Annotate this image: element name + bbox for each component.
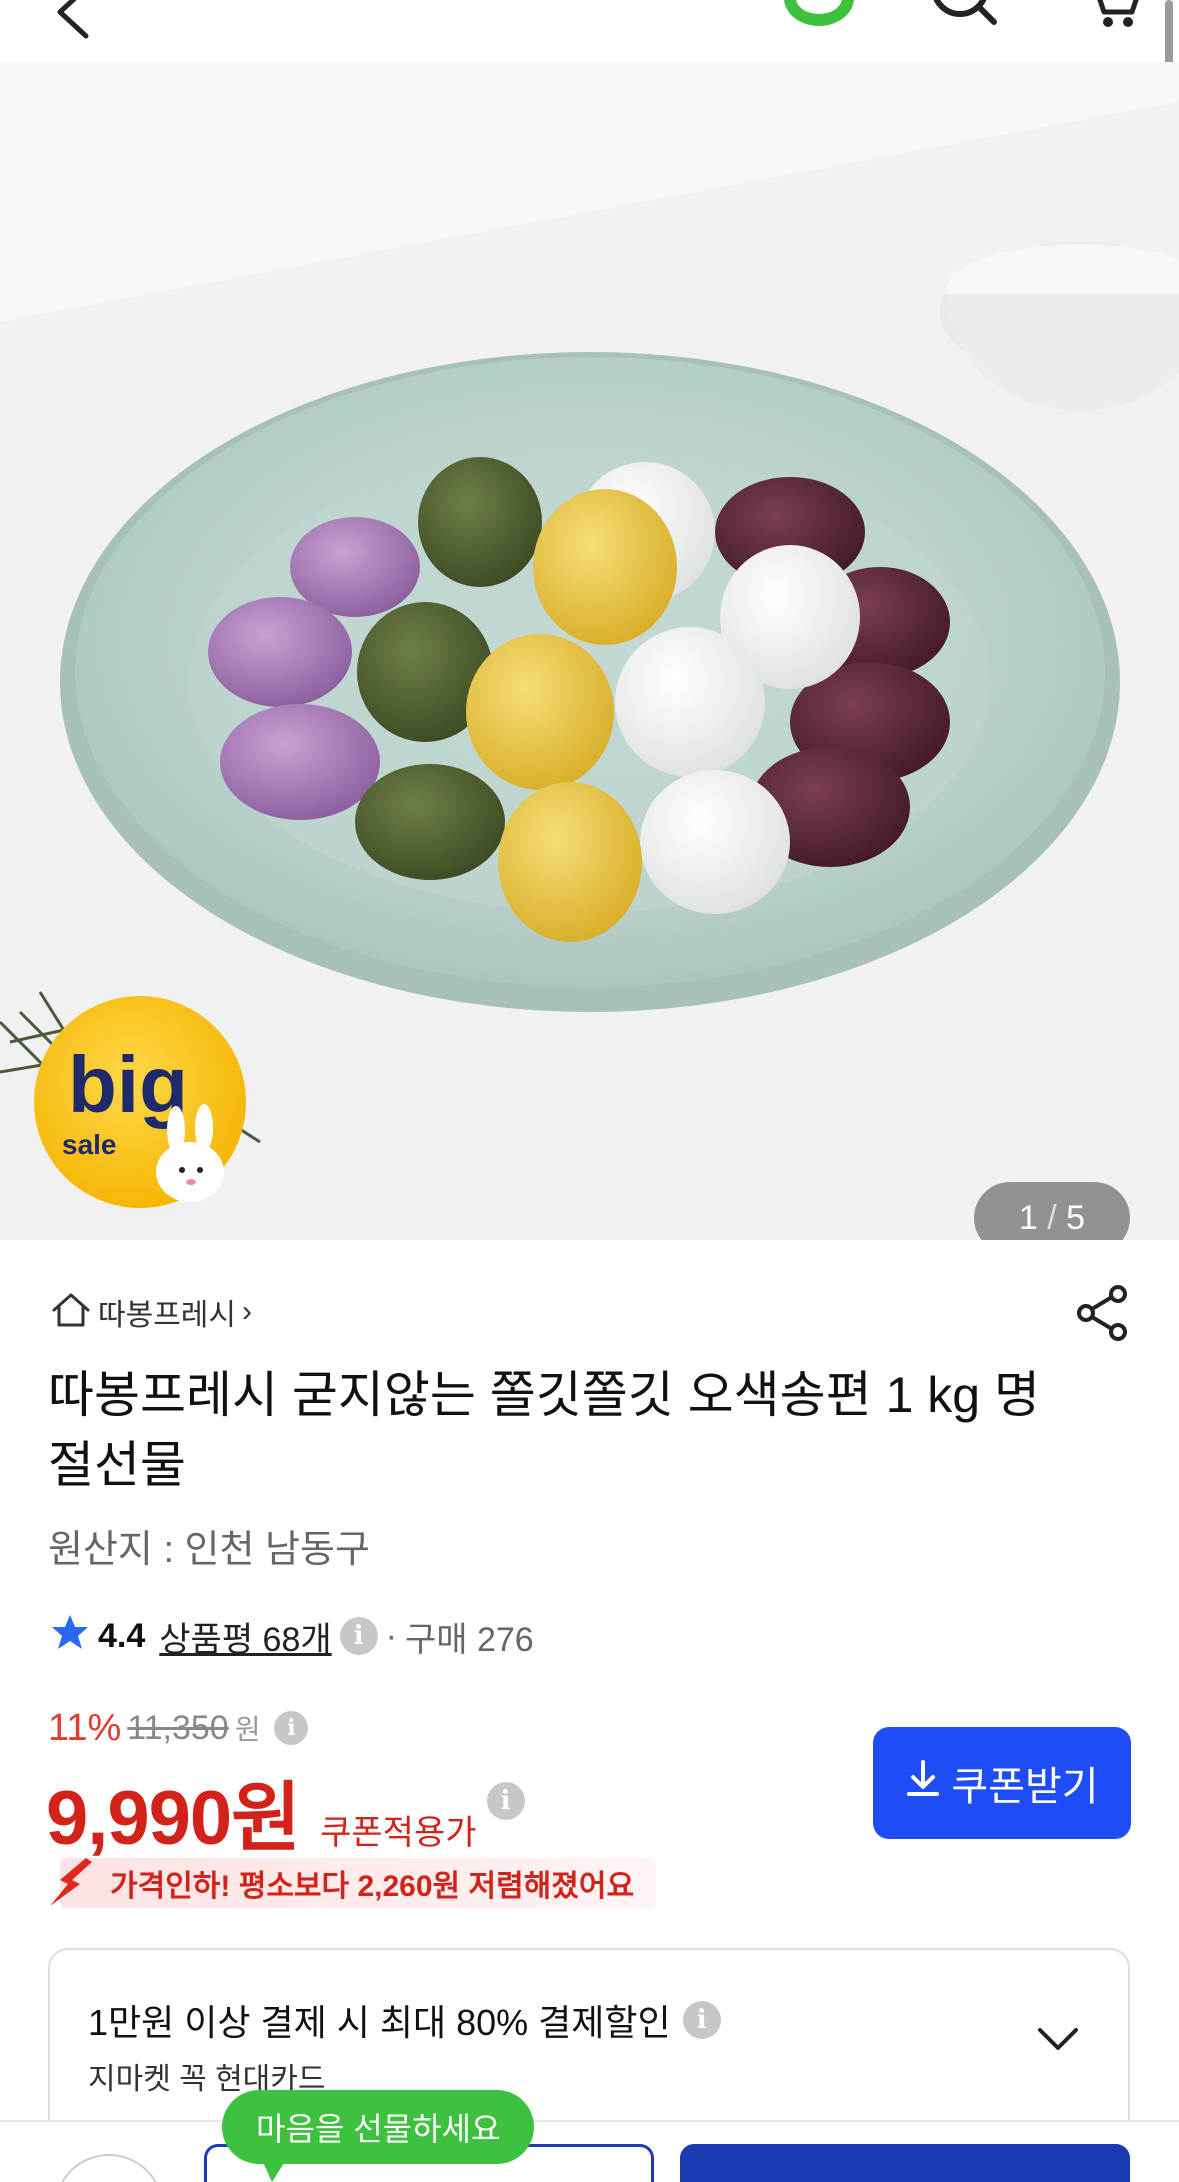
purchase-count: 구매 276	[404, 1620, 534, 1659]
discount-row: 11% 11,350 원 i	[48, 1706, 309, 1750]
gift-tooltip: 마음을 선물하세요	[222, 2090, 535, 2182]
down-arrow-icon	[46, 1854, 94, 1913]
price-info-icon[interactable]: i	[274, 1711, 309, 1745]
buy-button[interactable]	[680, 2144, 1130, 2182]
seller-link[interactable]: 따봉프레시 ›	[50, 1288, 252, 1336]
green-ring-icon[interactable]	[784, 0, 854, 26]
page-total: 5	[1066, 1199, 1086, 1237]
share-icon[interactable]	[1074, 1284, 1132, 1347]
get-coupon-label: 쿠폰받기	[951, 1765, 1099, 1809]
reviews-link[interactable]: 상품평 68개	[159, 1612, 331, 1661]
product-origin: 원산지 : 인천 남동구	[48, 1529, 370, 1571]
chevron-down-icon[interactable]	[1034, 2024, 1082, 2059]
cart-icon[interactable]	[1082, 0, 1142, 33]
product-image-carousel[interactable]: big sale 1 / 5	[0, 62, 1179, 1240]
search-icon[interactable]	[930, 0, 1000, 35]
price-drop-banner: 가격인하! 평소보다 2,260원 저렴해졌어요	[46, 1854, 657, 1913]
coupon-info-icon[interactable]: i	[486, 1782, 525, 1820]
discount-rate: 11%	[48, 1706, 122, 1749]
seller-name: 따봉프레시	[98, 1299, 236, 1332]
card-discount-text: 1만원 이상 결제 시 최대 80% 결제할인	[88, 2002, 671, 2043]
dot-separator: ·	[385, 1616, 397, 1655]
original-price-unit: 원	[234, 1714, 261, 1745]
home-icon	[50, 1290, 92, 1335]
image-page-indicator: 1 / 5	[974, 1182, 1130, 1240]
price-drop-text: 가격인하! 평소보다 2,260원 저렴해졌어요	[60, 1858, 657, 1908]
page-separator: /	[1047, 1199, 1057, 1237]
wishlist-button[interactable]	[54, 2154, 164, 2182]
product-title: 따봉프레시 굳지않는 쫄깃쫄깃 오색송편 1 kg 명절선물	[48, 1367, 1040, 1493]
product-photo: big sale	[0, 62, 1179, 1240]
big-sale-badge: big sale	[34, 996, 246, 1208]
coupon-applied-label: 쿠폰적용가	[320, 1814, 477, 1852]
price-row: 9,990원 쿠폰적용가 i	[46, 1756, 525, 1861]
info-icon[interactable]: i	[339, 1617, 378, 1655]
star-icon	[50, 1612, 90, 1661]
bottom-action-bar	[0, 2120, 1179, 2182]
page-current: 1	[1018, 1199, 1038, 1237]
card-info-icon[interactable]: i	[682, 2001, 721, 2039]
top-app-bar	[0, 0, 1179, 62]
download-icon	[905, 1758, 941, 1808]
get-coupon-button[interactable]: 쿠폰받기	[873, 1727, 1131, 1839]
original-price: 11,350	[127, 1708, 229, 1747]
badge-sub: sale	[62, 1129, 117, 1160]
rating-row: 4.4 상품평 68개 i · 구매 276	[50, 1610, 534, 1662]
chevron-right-icon: ›	[242, 1295, 252, 1328]
card-discount-headline: 1만원 이상 결제 시 최대 80% 결제할인 i	[88, 1994, 721, 2046]
rating-score: 4.4	[98, 1616, 146, 1655]
back-chevron-icon[interactable]	[52, 0, 92, 47]
sale-price: 9,990원	[46, 1776, 301, 1861]
